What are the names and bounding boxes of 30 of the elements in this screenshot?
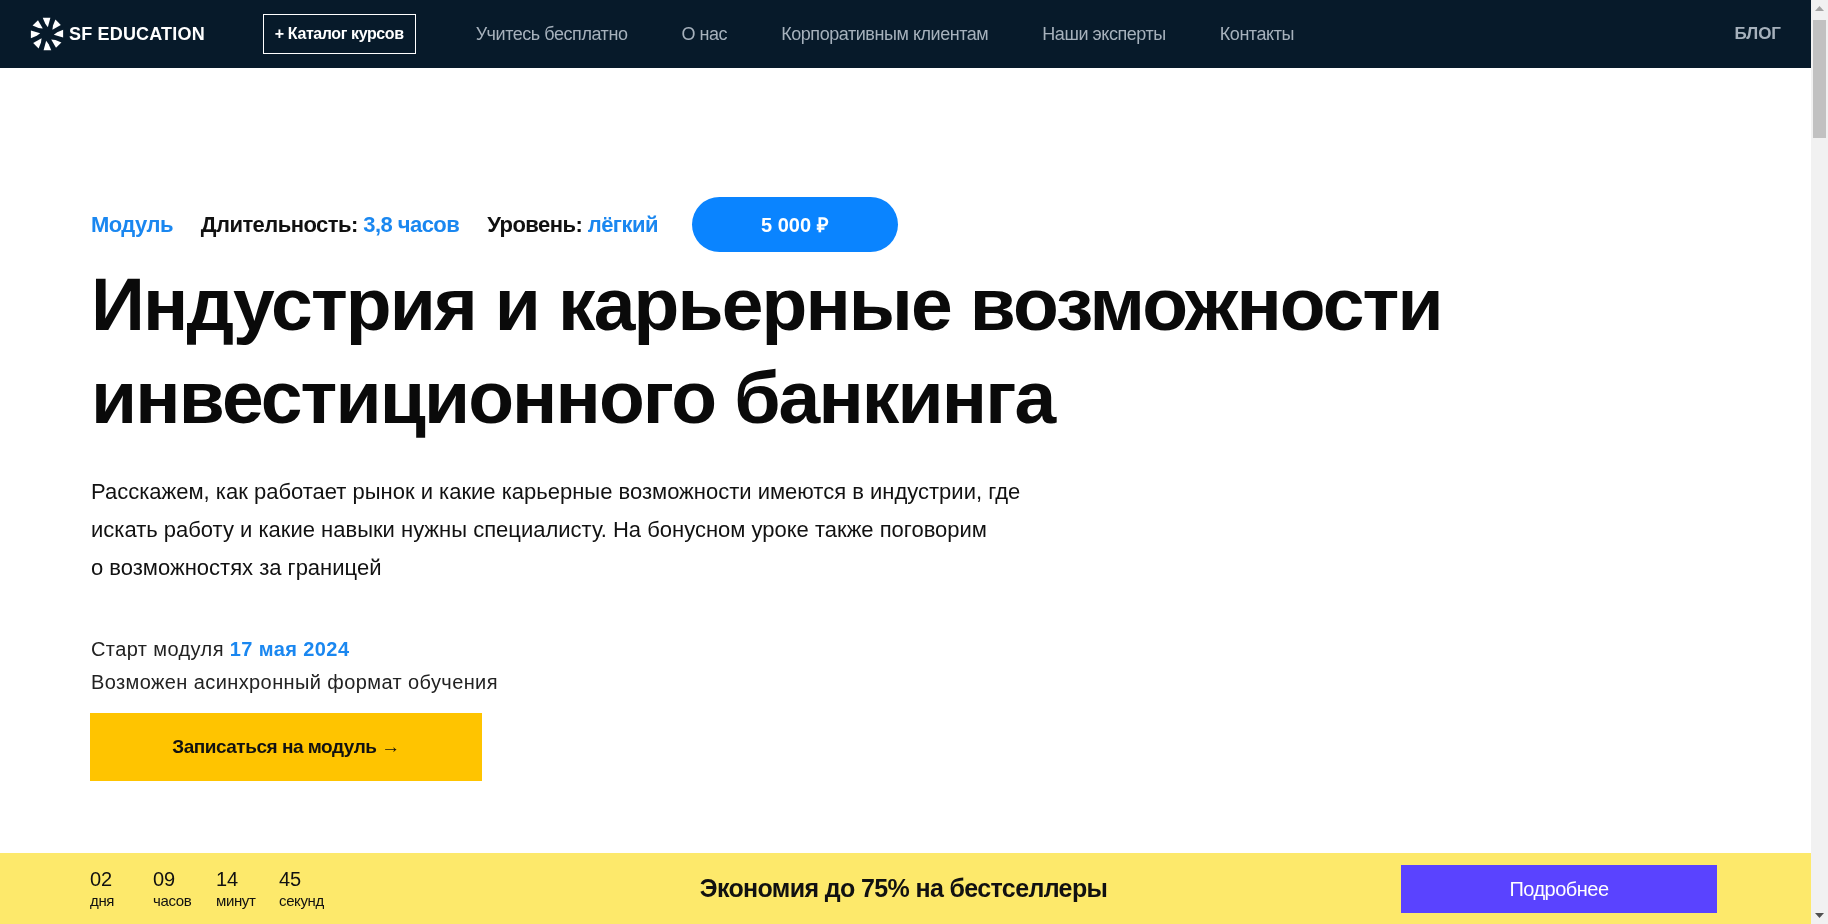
scrollbar-thumb[interactable]: [1813, 20, 1826, 138]
countdown-value: 02: [90, 866, 113, 891]
logo-text[interactable]: SF EDUCATION: [69, 20, 205, 48]
module-type-label: Модуль: [91, 211, 173, 239]
countdown-value: 45: [279, 866, 302, 891]
more-button[interactable]: Подробнее: [1401, 864, 1717, 913]
countdown-value: 09: [153, 866, 176, 891]
meta-info: Уровень: лёгкий: [487, 211, 658, 239]
page-title: Индустрия и карьерные возможности инвестиционного банкинга: [91, 261, 1443, 441]
nav-link[interactable]: Наши эксперты: [1042, 20, 1166, 48]
countdown-unit: минут: [216, 890, 256, 911]
start-date-text: Старт модуля 17 мая 2024: [91, 637, 350, 662]
nav-link[interactable]: Учитесь бесплатно: [475, 20, 628, 48]
countdown-unit: дня: [90, 890, 115, 911]
blog-link[interactable]: БЛОГ: [1734, 21, 1781, 47]
module-description: Расскажем, как работает рынок и какие карьерные возможности имеются в индустрии, где искать работу и какие навыки нужны специалисту. На бонусном уроке также поговорим о возможностях за границей: [91, 478, 1022, 582]
nav-link[interactable]: Контакты: [1219, 20, 1294, 48]
promo-text: Экономия до 75% на бестселлеры: [699, 872, 1108, 904]
format-note: Возможен асинхронный формат обучения: [91, 670, 498, 695]
enroll-button[interactable]: Записаться на модуль →: [90, 713, 482, 781]
scrollbar-track[interactable]: [1811, 0, 1828, 924]
countdown-value: 14: [216, 866, 239, 891]
meta-info: Длительность: 3,8 часов: [200, 211, 460, 239]
catalog-button[interactable]: + Каталог курсов: [262, 14, 416, 54]
price-badge: 5 000 ₽: [691, 197, 898, 252]
nav-link[interactable]: О нас: [681, 20, 728, 48]
nav-link[interactable]: Корпоративным клиентам: [781, 20, 989, 48]
countdown-unit: секунд: [279, 890, 324, 911]
logo-icon: [30, 17, 64, 51]
countdown-unit: часов: [153, 890, 192, 911]
